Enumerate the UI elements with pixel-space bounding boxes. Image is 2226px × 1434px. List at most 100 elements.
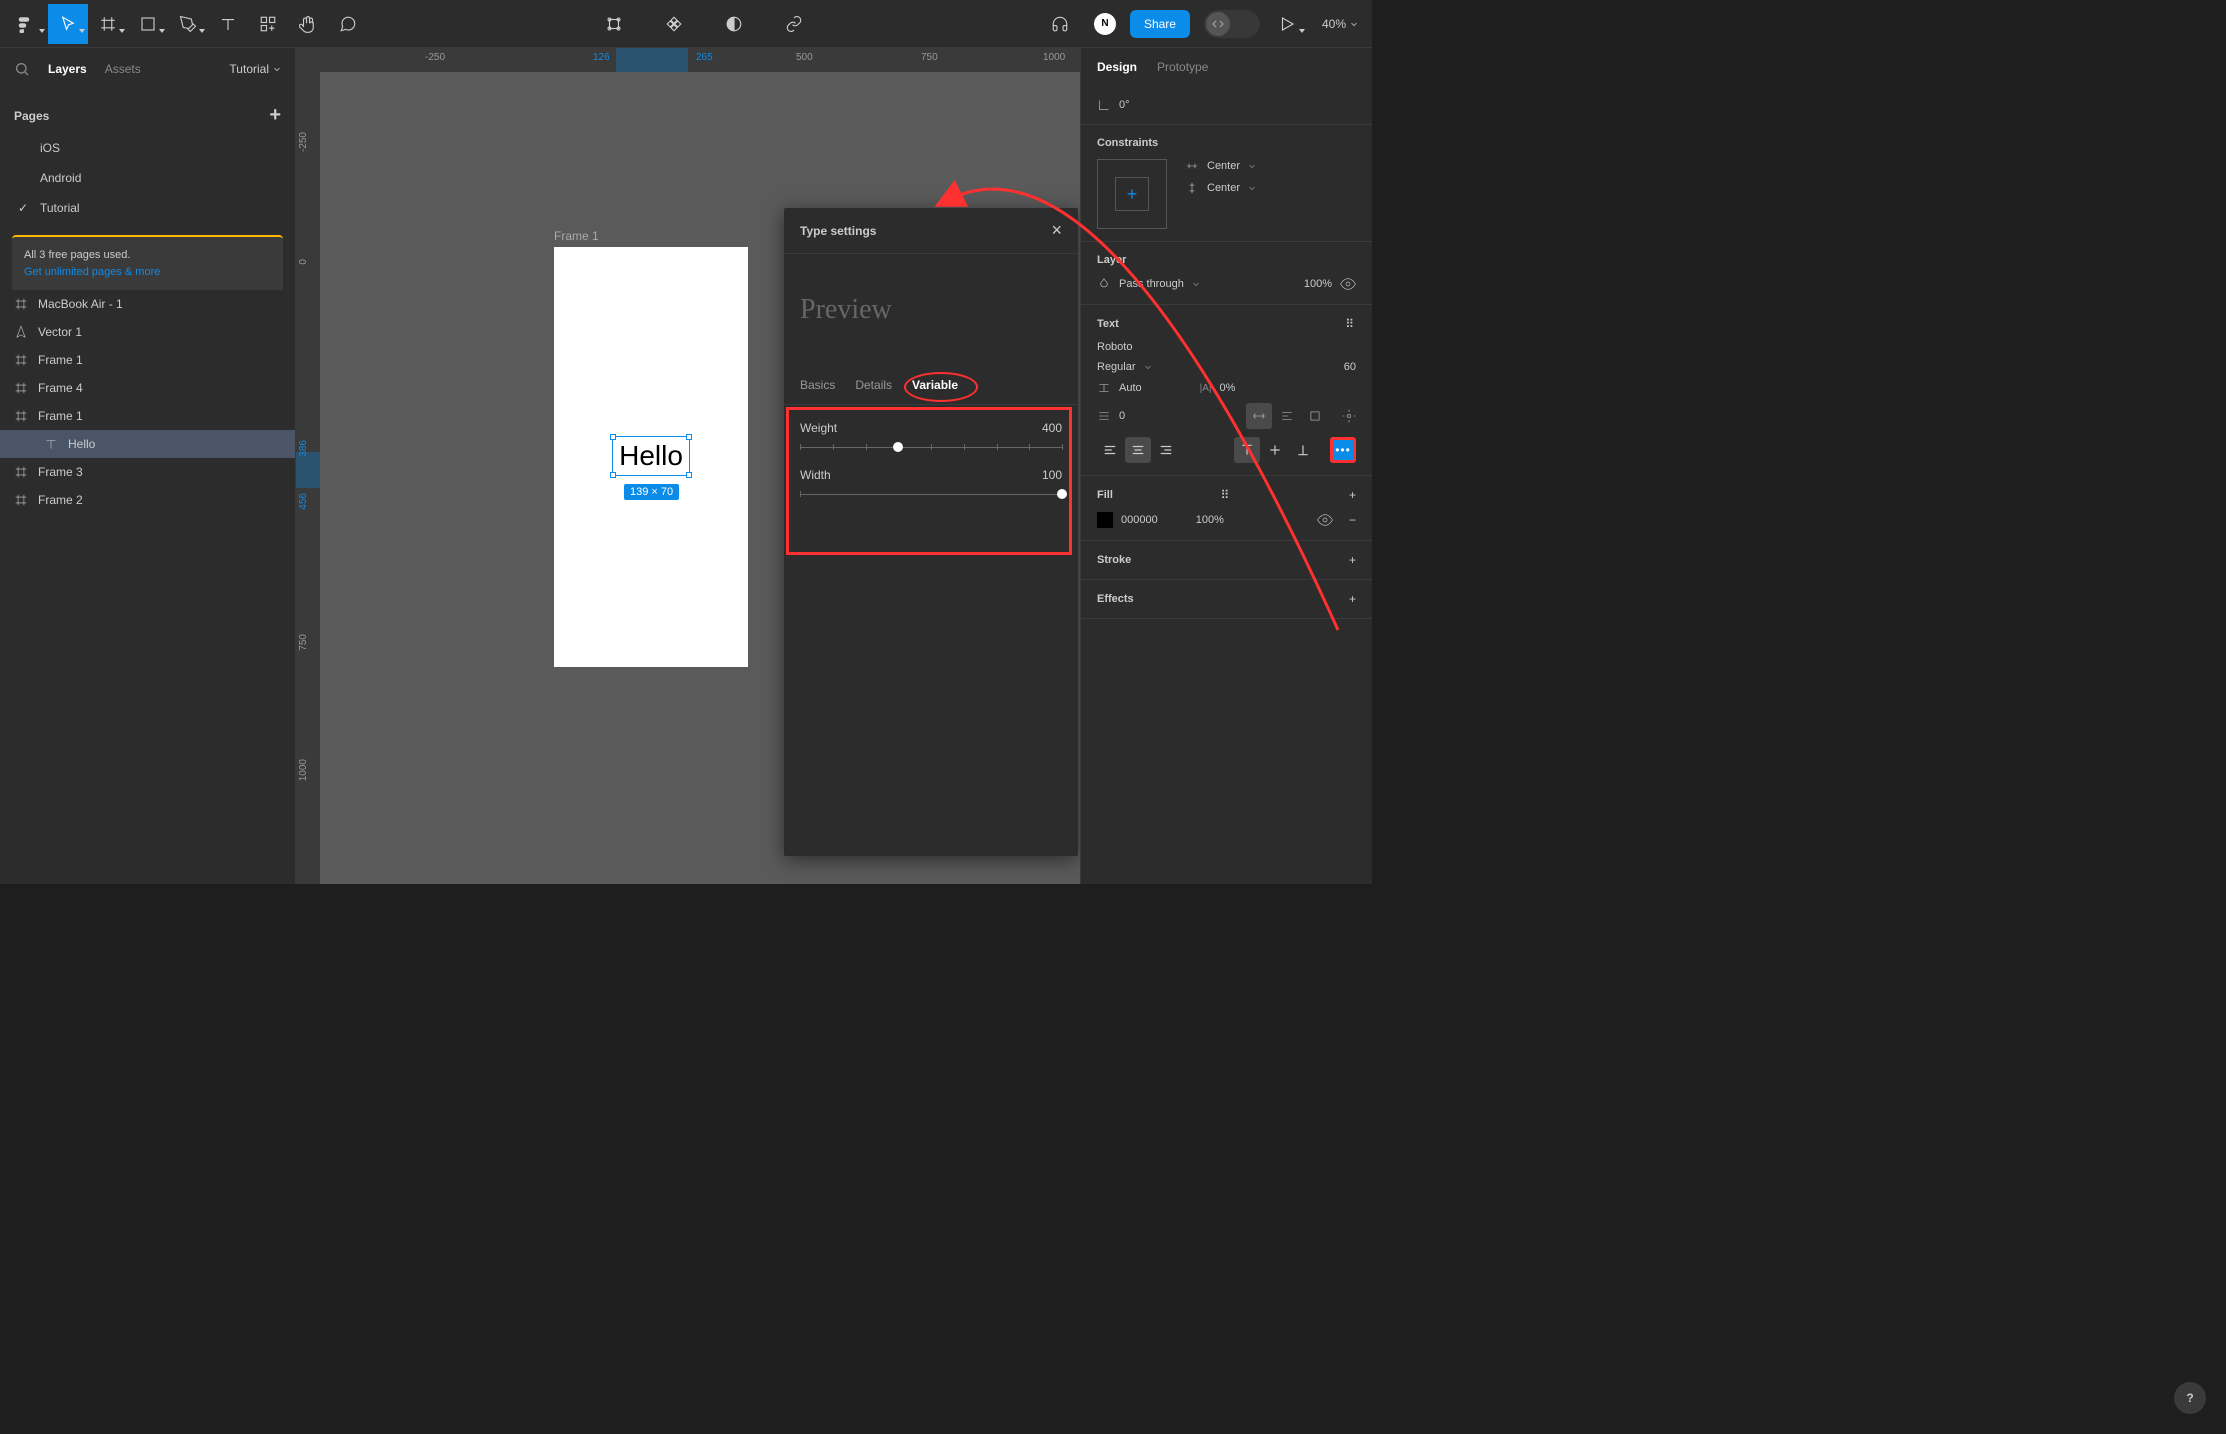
constraint-v-dropdown[interactable]: Center [1207,182,1240,194]
details-tab[interactable]: Details [855,366,892,404]
dev-mode-toggle[interactable] [1204,10,1260,38]
pen-tool-button[interactable] [168,4,208,44]
align-middle-button[interactable] [1262,437,1288,463]
constraint-widget[interactable]: + [1097,159,1167,229]
layer-item-selected[interactable]: Hello [0,430,295,458]
mask-button[interactable] [714,4,754,44]
layer-list: MacBook Air - 1 Vector 1 Frame 1 Frame 4… [0,290,295,514]
layer-item[interactable]: Vector 1 [0,318,295,346]
user-avatar[interactable]: N [1094,13,1116,35]
preview-text: Preview [800,294,892,325]
main-menu-button[interactable] [0,4,48,44]
align-right-button[interactable] [1153,437,1179,463]
share-button[interactable]: Share [1130,10,1190,38]
remove-fill-button[interactable]: − [1349,513,1356,527]
close-button[interactable]: × [1051,220,1062,241]
slider-thumb[interactable] [893,442,903,452]
paragraph-spacing-input[interactable]: 0 [1119,410,1125,422]
page-item-ios[interactable]: iOS [0,133,295,163]
layer-item[interactable]: Frame 1 [0,346,295,374]
fill-style-button[interactable]: ⠿ [1221,488,1232,502]
zoom-dropdown[interactable]: 40% [1322,17,1358,31]
weight-dropdown[interactable]: Regular [1097,361,1136,373]
frame-label[interactable]: Frame 1 [554,229,599,243]
assets-tab[interactable]: Assets [105,62,141,76]
selection-handle[interactable] [610,472,616,478]
variable-tab[interactable]: Variable [912,366,958,404]
chevron-down-icon [1192,280,1200,288]
style-button[interactable]: ⠿ [1345,317,1356,331]
text-content: Hello [619,440,683,472]
edit-object-button[interactable] [594,4,634,44]
eye-icon[interactable] [1317,512,1333,528]
design-tab[interactable]: Design [1097,60,1137,74]
slider-thumb[interactable] [1057,489,1067,499]
canvas[interactable]: -250 126 265 500 750 1000 -250 0 386 456… [296,48,1080,884]
ruler-mark: 0 [298,259,309,265]
add-page-button[interactable]: + [269,104,281,127]
align-bottom-button[interactable] [1290,437,1316,463]
frame-icon [99,15,117,33]
comment-icon [339,15,357,33]
fill-hex-input[interactable]: 000000 [1121,514,1158,526]
shape-tool-button[interactable] [128,4,168,44]
selection-handle[interactable] [686,434,692,440]
move-tool-button[interactable] [48,4,88,44]
page-item-tutorial[interactable]: Tutorial [0,193,295,223]
align-left-button[interactable] [1097,437,1123,463]
fixed-size-button[interactable] [1302,403,1328,429]
basics-tab[interactable]: Basics [800,366,835,404]
layer-item[interactable]: MacBook Air - 1 [0,290,295,318]
align-center-button[interactable] [1125,437,1151,463]
type-details-button[interactable]: ••• [1330,437,1356,463]
hand-tool-button[interactable] [288,4,328,44]
add-fill-button[interactable]: + [1349,488,1356,502]
eye-icon[interactable] [1340,276,1356,292]
blend-mode-dropdown[interactable]: Pass through [1119,278,1184,290]
ruler-mark: -250 [425,52,445,63]
rotation-value[interactable]: 0° [1119,99,1130,111]
left-panel: Layers Assets Tutorial Pages+ iOS Androi… [0,48,296,884]
font-dropdown[interactable]: Roboto [1097,341,1132,353]
filename-label: Tutorial [229,62,269,76]
align-top-button[interactable] [1234,437,1260,463]
letter-spacing-input[interactable]: 0% [1220,382,1236,394]
fill-opacity-input[interactable]: 100% [1196,514,1224,526]
settings-icon[interactable] [1342,409,1356,423]
audio-button[interactable] [1040,4,1080,44]
layers-tab[interactable]: Layers [48,62,87,76]
page-item-android[interactable]: Android [0,163,295,193]
constraint-h-dropdown[interactable]: Center [1207,160,1240,172]
layer-item[interactable]: Frame 2 [0,486,295,514]
line-height-input[interactable]: Auto [1119,382,1142,394]
add-effect-button[interactable]: + [1349,592,1356,606]
width-slider[interactable] [800,494,1062,495]
search-icon[interactable] [14,61,30,77]
selection-handle[interactable] [610,434,616,440]
upgrade-link[interactable]: Get unlimited pages & more [24,264,271,281]
layer-item[interactable]: Frame 1 [0,402,295,430]
layer-item[interactable]: Frame 3 [0,458,295,486]
frame-tool-button[interactable] [88,4,128,44]
selected-text[interactable]: Hello [612,436,690,476]
text-tool-button[interactable] [208,4,248,44]
layer-item[interactable]: Frame 4 [0,374,295,402]
selection-dimensions: 139 × 70 [624,484,679,500]
selection-handle[interactable] [686,472,692,478]
file-dropdown[interactable]: Tutorial [229,62,281,76]
align-top-icon [1240,443,1254,457]
present-button[interactable] [1274,4,1308,44]
auto-height-button[interactable] [1274,403,1300,429]
opacity-input[interactable]: 100% [1304,278,1332,290]
link-button[interactable] [774,4,814,44]
fill-swatch[interactable] [1097,512,1113,528]
auto-width-button[interactable] [1246,403,1272,429]
comment-tool-button[interactable] [328,4,368,44]
prototype-tab[interactable]: Prototype [1157,60,1208,74]
resources-button[interactable] [248,4,288,44]
add-stroke-button[interactable]: + [1349,553,1356,567]
weight-slider[interactable] [800,447,1062,448]
component-button[interactable] [654,4,694,44]
help-button[interactable]: ? [2174,1382,2206,1414]
font-size-input[interactable]: 60 [1344,361,1356,373]
